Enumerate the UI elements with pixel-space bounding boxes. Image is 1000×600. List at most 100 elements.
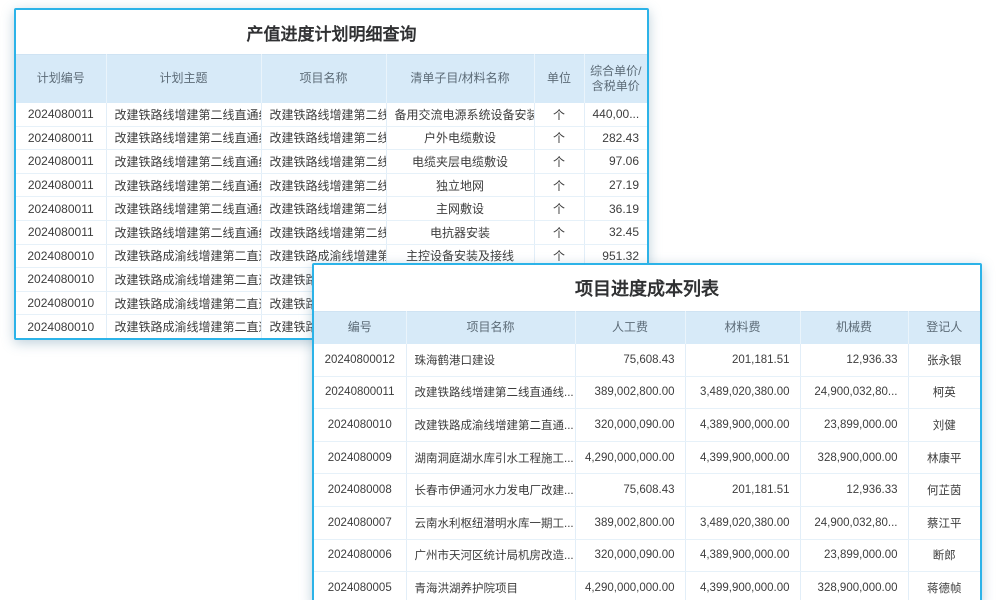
cell-material-cost: 4,399,900,000.00: [685, 572, 800, 600]
cell-unit-price: 32.45: [584, 220, 647, 244]
cell-labor-cost: 75,608.43: [575, 474, 685, 507]
cell-project-link[interactable]: 珠海鹤港口建设: [406, 344, 575, 377]
cell-plan-no-link[interactable]: 2024080011: [16, 103, 106, 127]
cell-plan-subject-link[interactable]: 改建铁路成渝线增建第二直通: [106, 244, 261, 268]
cell-plan-subject-link[interactable]: 改建铁路成渝线增建第二直通: [106, 268, 261, 292]
cell-unit: 个: [534, 103, 584, 127]
table-row: 2024080005 青海洪湖养护院项目 4,290,000,000.00 4,…: [314, 572, 980, 600]
cell-registrar[interactable]: 柯英: [908, 376, 980, 409]
cell-no-link[interactable]: 2024080005: [314, 572, 406, 600]
cell-plan-subject-link[interactable]: 改建铁路线增建第二线直通线: [106, 197, 261, 221]
cell-machinery-cost: 23,899,000.00: [800, 409, 908, 442]
col-header-machinery-cost: 机械费: [800, 312, 908, 344]
table-row: 2024080011 改建铁路线增建第二线直通线 改建铁路线增建第二线直通线 备…: [16, 103, 647, 127]
cell-project-name-link[interactable]: 改建铁路线增建第二线直通线: [261, 150, 386, 174]
table-row: 2024080006 广州市天河区统计局机房改造... 320,000,090.…: [314, 539, 980, 572]
cell-no-link[interactable]: 2024080007: [314, 506, 406, 539]
table-row: 20240800011 改建铁路线增建第二线直通线... 389,002,800…: [314, 376, 980, 409]
cell-plan-subject-link[interactable]: 改建铁路线增建第二线直通线: [106, 103, 261, 127]
cell-plan-no-link[interactable]: 2024080011: [16, 126, 106, 150]
cell-project-name-link[interactable]: 改建铁路线增建第二线直通线: [261, 220, 386, 244]
cell-unit-price: 36.19: [584, 197, 647, 221]
cell-project-name-link[interactable]: 改建铁路线增建第二线直通线: [261, 173, 386, 197]
cell-no-link[interactable]: 2024080009: [314, 441, 406, 474]
cell-labor-cost: 389,002,800.00: [575, 506, 685, 539]
cell-unit-price: 27.19: [584, 173, 647, 197]
cell-no-link[interactable]: 2024080006: [314, 539, 406, 572]
cell-plan-no-link[interactable]: 2024080010: [16, 268, 106, 292]
cell-plan-no-link[interactable]: 2024080011: [16, 197, 106, 221]
cell-plan-no-link[interactable]: 2024080010: [16, 315, 106, 339]
cell-material-cost: 201,181.51: [685, 474, 800, 507]
table-row: 20240800012 珠海鹤港口建设 75,608.43 201,181.51…: [314, 344, 980, 377]
cell-registrar[interactable]: 刘健: [908, 409, 980, 442]
cell-labor-cost: 75,608.43: [575, 344, 685, 377]
cell-project-link[interactable]: 改建铁路成渝线增建第二直通...: [406, 409, 575, 442]
cell-plan-no-link[interactable]: 2024080011: [16, 150, 106, 174]
cell-no-link[interactable]: 20240800011: [314, 376, 406, 409]
cell-plan-subject-link[interactable]: 改建铁路成渝线增建第二直通: [106, 291, 261, 315]
cell-project-name-link[interactable]: 改建铁路线增建第二线直通线: [261, 126, 386, 150]
cell-unit-price: 282.43: [584, 126, 647, 150]
cell-project-name-link[interactable]: 改建铁路线增建第二线直通线: [261, 103, 386, 127]
table-row: 2024080011 改建铁路线增建第二线直通线 改建铁路线增建第二线直通线 电…: [16, 220, 647, 244]
cell-machinery-cost: 328,900,000.00: [800, 441, 908, 474]
cell-unit: 个: [534, 126, 584, 150]
cell-plan-subject-link[interactable]: 改建铁路线增建第二线直通线: [106, 150, 261, 174]
cell-registrar[interactable]: 张永银: [908, 344, 980, 377]
cell-plan-subject-link[interactable]: 改建铁路线增建第二线直通线: [106, 173, 261, 197]
cell-registrar[interactable]: 林康平: [908, 441, 980, 474]
cell-project-link[interactable]: 云南水利枢纽潜明水库一期工...: [406, 506, 575, 539]
cell-material-cost: 3,489,020,380.00: [685, 506, 800, 539]
plan-detail-panel-title: 产值进度计划明细查询: [16, 10, 647, 54]
cell-plan-no-link[interactable]: 2024080010: [16, 244, 106, 268]
table-row: 2024080010 改建铁路成渝线增建第二直通... 320,000,090.…: [314, 409, 980, 442]
cell-plan-no-link[interactable]: 2024080010: [16, 291, 106, 315]
cell-labor-cost: 320,000,090.00: [575, 539, 685, 572]
cell-item-name: 户外电缆敷设: [386, 126, 534, 150]
table-row: 2024080011 改建铁路线增建第二线直通线 改建铁路线增建第二线直通线 主…: [16, 197, 647, 221]
col-header-item-name: 清单子目/材料名称: [386, 55, 534, 103]
cell-unit: 个: [534, 173, 584, 197]
cell-no-link[interactable]: 2024080010: [314, 409, 406, 442]
cell-project-link[interactable]: 长春市伊通河水力发电厂改建...: [406, 474, 575, 507]
cell-item-name: 电缆夹层电缆敷设: [386, 150, 534, 174]
cell-labor-cost: 389,002,800.00: [575, 376, 685, 409]
cell-project-link[interactable]: 广州市天河区统计局机房改造...: [406, 539, 575, 572]
cell-plan-subject-link[interactable]: 改建铁路线增建第二线直通线: [106, 220, 261, 244]
plan-detail-header-row: 计划编号 计划主题 项目名称 清单子目/材料名称 单位 综合单价/含税单价: [16, 55, 647, 103]
cell-plan-no-link[interactable]: 2024080011: [16, 220, 106, 244]
cell-material-cost: 3,489,020,380.00: [685, 376, 800, 409]
cell-plan-subject-link[interactable]: 改建铁路线增建第二线直通线: [106, 126, 261, 150]
cell-registrar[interactable]: 蔡江平: [908, 506, 980, 539]
cell-plan-subject-link[interactable]: 改建铁路成渝线增建第二直通: [106, 315, 261, 339]
cell-unit-price: 440,00...: [584, 103, 647, 127]
cell-registrar[interactable]: 何芷茵: [908, 474, 980, 507]
cell-plan-no-link[interactable]: 2024080011: [16, 173, 106, 197]
cell-machinery-cost: 24,900,032,80...: [800, 506, 908, 539]
cell-material-cost: 4,399,900,000.00: [685, 441, 800, 474]
cell-item-name: 电抗器安装: [386, 220, 534, 244]
col-header-no: 编号: [314, 312, 406, 344]
cell-item-name: 独立地网: [386, 173, 534, 197]
cell-registrar[interactable]: 蒋德帧: [908, 572, 980, 600]
project-cost-header-row: 编号 项目名称 人工费 材料费 机械费 登记人: [314, 312, 980, 344]
project-cost-panel: 项目进度成本列表 编号 项目名称 人工费 材料费 机械费 登记人 2024080…: [312, 263, 982, 600]
cell-project-link[interactable]: 青海洪湖养护院项目: [406, 572, 575, 600]
cell-project-name-link[interactable]: 改建铁路线增建第二线直通线: [261, 197, 386, 221]
cell-no-link[interactable]: 20240800012: [314, 344, 406, 377]
cell-project-link[interactable]: 改建铁路线增建第二线直通线...: [406, 376, 575, 409]
cell-machinery-cost: 23,899,000.00: [800, 539, 908, 572]
cell-unit-price: 97.06: [584, 150, 647, 174]
cell-labor-cost: 320,000,090.00: [575, 409, 685, 442]
cell-item-name: 主网敷设: [386, 197, 534, 221]
cell-labor-cost: 4,290,000,000.00: [575, 572, 685, 600]
cell-project-link[interactable]: 湖南洞庭湖水库引水工程施工...: [406, 441, 575, 474]
cell-registrar[interactable]: 断郎: [908, 539, 980, 572]
table-row: 2024080011 改建铁路线增建第二线直通线 改建铁路线增建第二线直通线 户…: [16, 126, 647, 150]
cell-machinery-cost: 12,936.33: [800, 344, 908, 377]
cell-machinery-cost: 24,900,032,80...: [800, 376, 908, 409]
cell-no-link[interactable]: 2024080008: [314, 474, 406, 507]
cell-machinery-cost: 328,900,000.00: [800, 572, 908, 600]
col-header-project: 项目名称: [406, 312, 575, 344]
